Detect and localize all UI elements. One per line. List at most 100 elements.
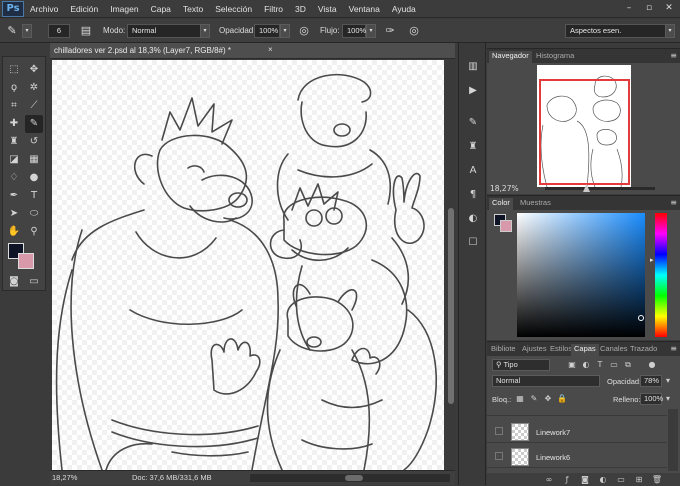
canvas-vertical-scrollbar[interactable] xyxy=(446,60,456,470)
clone-stamp-icon[interactable]: ♜ xyxy=(5,133,23,151)
layer-row[interactable]: Linework7 xyxy=(487,421,667,443)
adjustment-layer-icon[interactable]: ◐ xyxy=(597,474,609,485)
close-window-button[interactable]: ✕ xyxy=(662,2,676,14)
navigator-zoom-field[interactable]: 18,27% xyxy=(490,184,519,193)
layer-row-partial[interactable] xyxy=(487,408,667,416)
tab-biblioteca[interactable]: Bibliote xyxy=(488,344,519,356)
menu-3d[interactable]: 3D xyxy=(289,4,312,14)
tool-preset-dropdown[interactable]: ▾ xyxy=(22,24,32,38)
zoom-tool-icon[interactable]: ⚲ xyxy=(25,223,43,241)
magic-wand-icon[interactable]: ✲ xyxy=(25,79,43,97)
pressure-size-icon[interactable]: ◎ xyxy=(406,23,422,39)
layer-visibility-toggle[interactable] xyxy=(495,427,503,435)
scrollbar-thumb[interactable] xyxy=(448,208,454,404)
screen-mode-icon[interactable]: ▭ xyxy=(25,273,43,291)
tab-muestras[interactable]: Muestras xyxy=(517,198,554,210)
hand-tool-icon[interactable]: ✋ xyxy=(5,223,23,241)
brush-panel-toggle-icon[interactable]: ▤ xyxy=(78,23,94,39)
new-group-icon[interactable]: ▭ xyxy=(615,474,627,485)
lock-all-icon[interactable]: 🔒 xyxy=(557,394,567,404)
opacity-input[interactable]: 100% xyxy=(254,24,280,38)
layer-filter-select[interactable]: ⚲ Tipo xyxy=(492,359,550,371)
quick-mask-icon[interactable]: ◙ xyxy=(5,273,23,291)
airbrush-icon[interactable]: ✑ xyxy=(382,23,398,39)
menu-ayuda[interactable]: Ayuda xyxy=(386,4,422,14)
document-tab[interactable]: chilladores ver 2.psd al 18,3% (Layer7, … xyxy=(50,43,455,59)
brush-size-picker[interactable]: 6 xyxy=(48,24,70,38)
lasso-tool-icon[interactable]: ϙ xyxy=(5,79,23,97)
navigator-view-box[interactable] xyxy=(539,79,630,185)
maximize-button[interactable]: ▫ xyxy=(642,2,656,14)
opacity-dropdown-icon[interactable]: ▾ xyxy=(663,376,673,386)
tab-histograma[interactable]: Histograma xyxy=(533,51,577,63)
delete-layer-icon[interactable]: 🗑 xyxy=(651,474,663,485)
navigator-zoom-slider[interactable] xyxy=(545,184,655,192)
adjustments-panel-icon[interactable]: ◐ xyxy=(464,211,482,227)
layer-name[interactable]: Linework7 xyxy=(536,428,570,437)
menu-ventana[interactable]: Ventana xyxy=(343,4,386,14)
panel-menu-icon[interactable]: ≡ xyxy=(670,344,677,353)
layer-row[interactable]: Linework6 xyxy=(487,446,667,468)
document-info[interactable]: Doc: 37,6 MB/331,6 MB xyxy=(132,473,212,482)
eyedropper-icon[interactable]: ⟋ xyxy=(25,97,43,115)
eraser-icon[interactable]: ◪ xyxy=(5,151,23,169)
layer-style-icon[interactable]: ƒ xyxy=(561,474,573,485)
menu-seleccion[interactable]: Selección xyxy=(209,4,258,14)
pen-tool-icon[interactable]: ✒ xyxy=(5,187,23,205)
lock-position-icon[interactable]: ✥ xyxy=(543,394,553,404)
menu-filtro[interactable]: Filtro xyxy=(258,4,289,14)
color-picker-marker[interactable] xyxy=(638,315,644,321)
tab-color[interactable]: Color xyxy=(489,198,513,210)
filter-toggle-icon[interactable]: ● xyxy=(647,360,657,370)
layer-visibility-toggle[interactable] xyxy=(495,452,503,460)
color-spectrum-field[interactable] xyxy=(517,213,645,337)
fill-input[interactable]: 100% xyxy=(640,393,663,405)
crop-tool-icon[interactable]: ⌗ xyxy=(5,97,23,115)
background-color-swatch[interactable] xyxy=(500,220,512,232)
tab-ajustes[interactable]: Ajustes xyxy=(519,344,550,356)
new-layer-icon[interactable]: ⊞ xyxy=(633,474,645,485)
filter-pixel-icon[interactable]: ▣ xyxy=(567,360,577,370)
healing-brush-icon[interactable]: ✚ xyxy=(5,115,23,133)
history-brush-icon[interactable]: ↺ xyxy=(25,133,43,151)
path-selection-icon[interactable]: ➤ xyxy=(5,205,23,223)
tool-presets-icon[interactable]: ☐ xyxy=(464,235,482,251)
lock-pixels-icon[interactable]: ✎ xyxy=(529,394,539,404)
menu-texto[interactable]: Texto xyxy=(177,4,209,14)
hue-slider[interactable] xyxy=(655,213,667,337)
menu-edicion[interactable]: Edición xyxy=(64,4,104,14)
layers-scrollbar[interactable] xyxy=(668,409,678,471)
brush-presets-icon[interactable]: ✎ xyxy=(464,115,482,131)
flow-input[interactable]: 100% xyxy=(342,24,366,38)
tab-capas[interactable]: Capas xyxy=(571,344,599,356)
canvas-horizontal-scrollbar[interactable] xyxy=(250,474,450,482)
type-panel-icon[interactable]: A xyxy=(464,163,482,179)
zoom-level-field[interactable]: 18,27% xyxy=(52,473,77,482)
workspace-dropdown-arrow[interactable]: ▾ xyxy=(665,24,675,38)
move-tool-icon[interactable]: ✥ xyxy=(25,61,43,79)
menu-imagen[interactable]: Imagen xyxy=(104,4,144,14)
filter-shape-icon[interactable]: ▭ xyxy=(609,360,619,370)
menu-vista[interactable]: Vista xyxy=(312,4,343,14)
ellipse-tool-icon[interactable]: ⬭ xyxy=(25,205,43,223)
actions-panel-icon[interactable]: ▶ xyxy=(464,83,482,99)
history-panel-icon[interactable]: ▥ xyxy=(464,59,482,75)
flow-dropdown-arrow[interactable]: ▾ xyxy=(366,24,376,38)
filter-adjustment-icon[interactable]: ◐ xyxy=(581,360,591,370)
gradient-tool-icon[interactable]: ▦ xyxy=(25,151,43,169)
tab-trazado[interactable]: Trazado xyxy=(627,344,660,356)
lock-transparency-icon[interactable]: ▦ xyxy=(515,394,525,404)
panel-menu-icon[interactable]: ≡ xyxy=(670,51,677,60)
mode-dropdown-arrow[interactable]: ▾ xyxy=(200,24,210,38)
pressure-opacity-icon[interactable]: ◎ xyxy=(296,23,312,39)
add-mask-icon[interactable]: ◙ xyxy=(579,474,591,485)
marquee-tool-icon[interactable]: ⬚ xyxy=(5,61,23,79)
close-document-icon[interactable]: × xyxy=(268,45,273,54)
menu-archivo[interactable]: Archivo xyxy=(24,4,64,14)
layer-name[interactable]: Linework6 xyxy=(536,453,570,462)
mode-select[interactable]: Normal xyxy=(127,24,209,38)
filter-smart-object-icon[interactable]: ⧉ xyxy=(623,360,633,370)
paragraph-panel-icon[interactable]: ¶ xyxy=(464,187,482,203)
panel-menu-icon[interactable]: ≡ xyxy=(670,198,677,207)
brush-tool-icon[interactable]: ✎ xyxy=(4,23,20,39)
